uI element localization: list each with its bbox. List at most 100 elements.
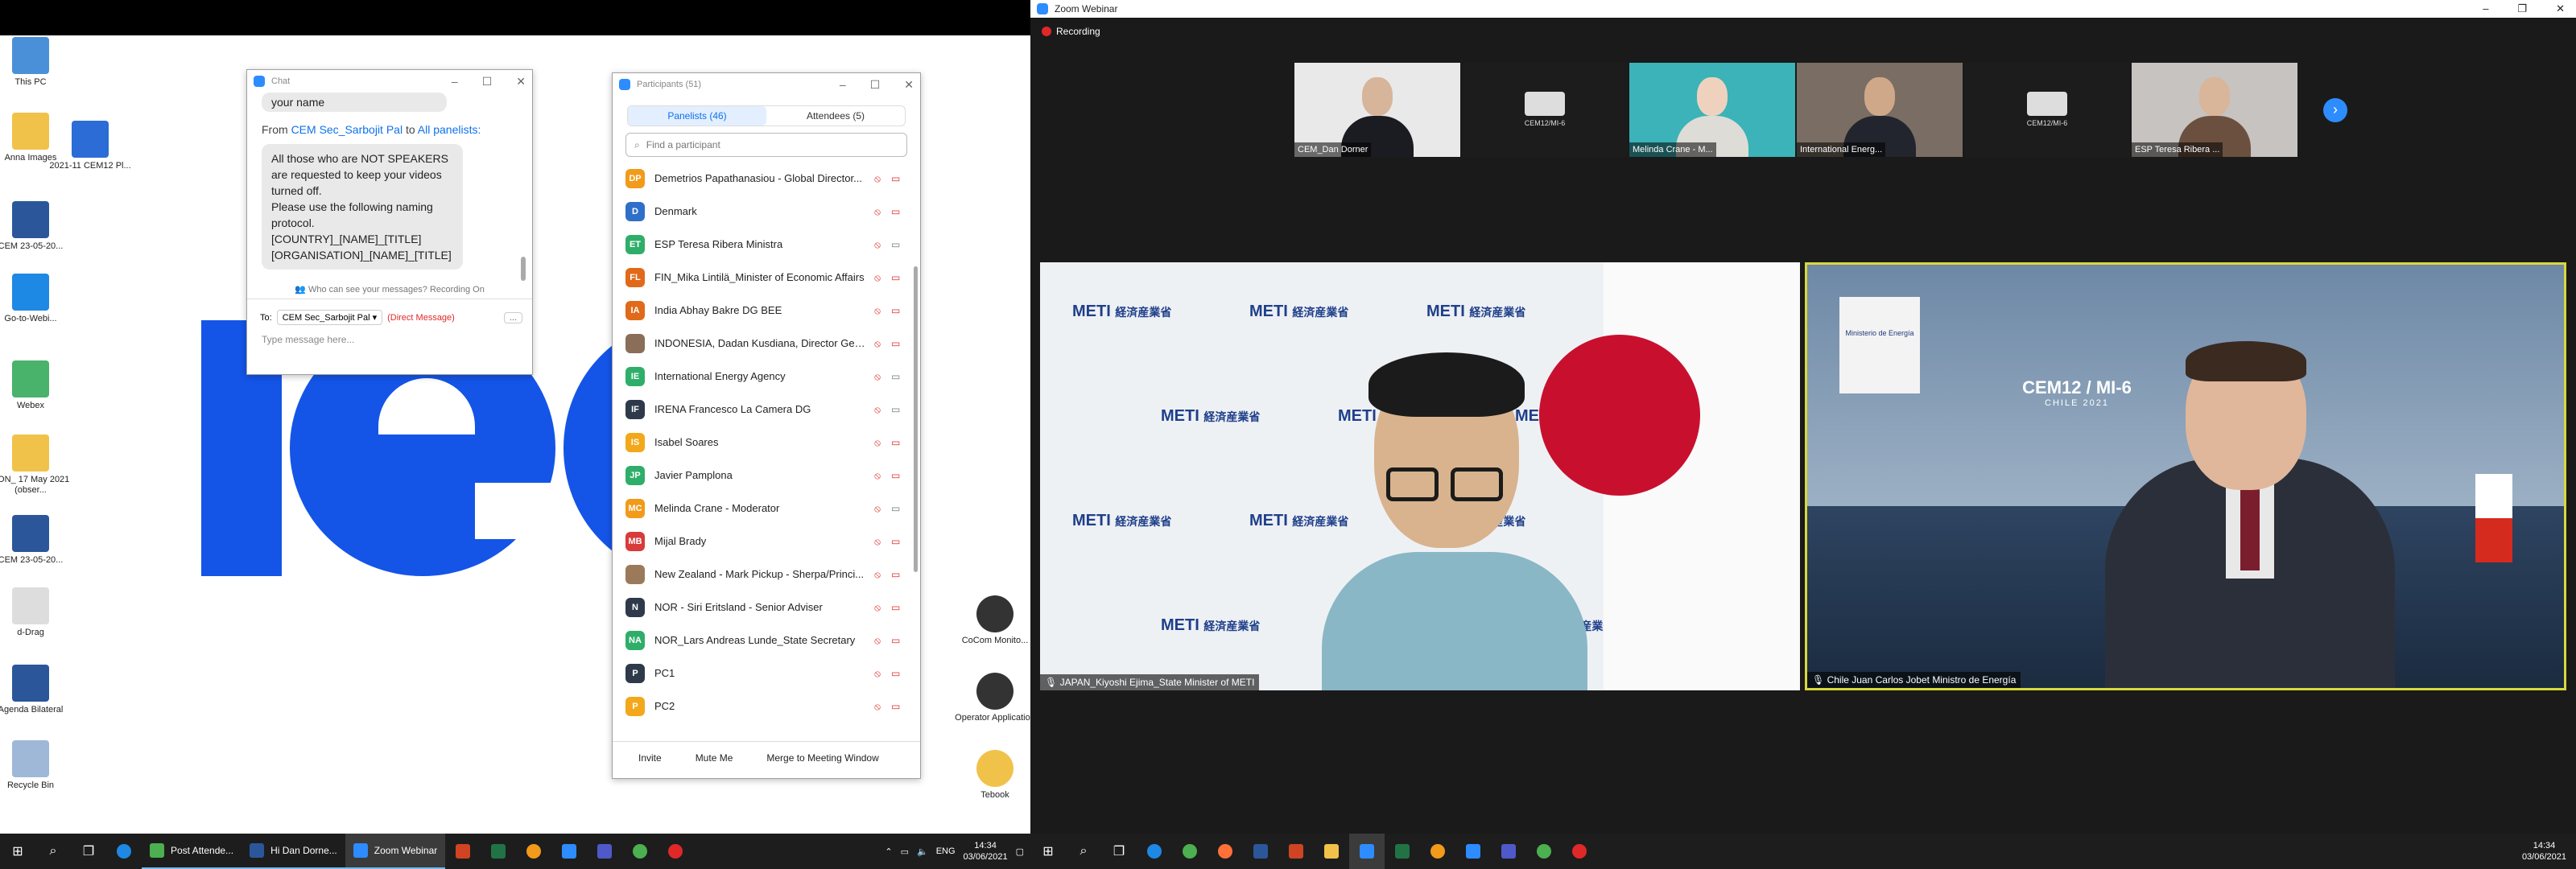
participant-row[interactable]: MB Mijal Brady ⦸ ▭ <box>613 525 920 558</box>
more-button[interactable]: ... <box>503 311 522 323</box>
teams-icon[interactable] <box>587 834 622 869</box>
video-off-icon[interactable]: ▭ <box>891 338 904 349</box>
powerpoint-icon[interactable] <box>445 834 481 869</box>
participant-row[interactable]: IF IRENA Francesco La Camera DG ⦸ ▭ <box>613 393 920 426</box>
video-thumbnail[interactable]: International Energ... <box>1797 63 1963 157</box>
participant-row[interactable]: P PC1 ⦸ ▭ <box>613 657 920 690</box>
video-off-icon[interactable]: ▭ <box>891 602 904 613</box>
firefox-icon[interactable] <box>1208 834 1243 869</box>
close-icon[interactable]: ✕ <box>2556 2 2565 15</box>
app-icon[interactable] <box>1455 834 1491 869</box>
taskbar-app-2[interactable]: Zoom Webinar <box>345 834 446 869</box>
video-off-icon[interactable]: ▭ <box>891 305 904 316</box>
search-icon[interactable]: ⌕ <box>35 834 71 869</box>
desktop-icon[interactable]: CoCom Monito... <box>947 595 1030 646</box>
participant-row[interactable]: New Zealand - Mark Pickup - Sherpa/Princ… <box>613 558 920 591</box>
participant-row[interactable]: FL FIN_Mika Lintilä_Minister of Economic … <box>613 261 920 294</box>
minimize-icon[interactable]: – <box>452 75 458 89</box>
video-thumbnail[interactable]: CEM_Dan Dorner <box>1294 63 1460 157</box>
mic-muted-icon[interactable]: ⦸ <box>872 602 883 613</box>
video-thumbnail[interactable]: Melinda Crane - M... <box>1629 63 1795 157</box>
video-thumbnail[interactable]: ESP Teresa Ribera ... <box>2132 63 2297 157</box>
list-scrollbar[interactable] <box>914 266 918 572</box>
minimize-icon[interactable]: – <box>2483 2 2488 15</box>
chrome-icon[interactable] <box>1526 834 1562 869</box>
participant-row[interactable]: JP Javier Pamplona ⦸ ▭ <box>613 459 920 492</box>
desktop-icon[interactable]: SON_ 17 May 2021 (obser... <box>0 434 79 496</box>
app-icon[interactable] <box>658 834 693 869</box>
chrome-icon[interactable] <box>1172 834 1208 869</box>
task-view-icon[interactable]: ❐ <box>71 834 106 869</box>
participant-row[interactable]: INDONESIA, Dadan Kusdiana, Director Gen.… <box>613 327 920 360</box>
video-off-icon[interactable]: ▭ <box>891 470 904 481</box>
participant-row[interactable]: P PC2 ⦸ ▭ <box>613 690 920 723</box>
maximize-icon[interactable]: ☐ <box>870 78 881 92</box>
windows-start-icon[interactable]: ⊞ <box>1030 834 1066 869</box>
tab-panelists[interactable]: Panelists (46) <box>628 106 766 126</box>
recording-indicator[interactable]: Recording <box>1042 26 1100 37</box>
video-thumbnail[interactable]: CEM12/MI-6 <box>1964 63 2130 157</box>
desktop-icon[interactable]: This PC <box>0 37 79 88</box>
mic-muted-icon[interactable]: ⦸ <box>872 470 883 481</box>
desktop-icon[interactable]: CEM 23-05-20... <box>0 201 79 252</box>
mic-muted-icon[interactable]: ⦸ <box>872 173 883 184</box>
desktop-icon[interactable]: Agenda Bilateral <box>0 665 79 715</box>
desktop-icon[interactable]: Operator Application <box>947 673 1030 723</box>
chevron-up-icon[interactable]: ⌃ <box>885 846 892 857</box>
desktop-icon[interactable]: Webex <box>0 360 79 411</box>
desktop-icon[interactable]: d-Drag <box>0 587 79 638</box>
close-icon[interactable]: ✕ <box>904 78 914 92</box>
chrome-icon[interactable] <box>622 834 658 869</box>
notification-icon[interactable]: ▢ <box>1016 846 1024 857</box>
video-off-icon[interactable]: ▭ <box>891 272 904 283</box>
word-icon[interactable] <box>1243 834 1278 869</box>
recipient-select[interactable]: CEM Sec_Sarbojit Pal ▾ <box>276 310 383 325</box>
taskbar-app-1[interactable]: Hi Dan Dorne... <box>242 834 345 869</box>
desktop-icon[interactable]: 2021-11 CEM12 Pl... <box>42 121 138 171</box>
edge-icon[interactable] <box>106 834 142 869</box>
volume-icon[interactable]: 🔈 <box>917 846 928 857</box>
video-off-icon[interactable]: ▭ <box>891 668 904 679</box>
participant-row[interactable]: N NOR - Siri Eritsland - Senior Adviser ⦸ ▭ <box>613 591 920 624</box>
video-on-icon[interactable]: ▭ <box>891 503 904 514</box>
chat-scrollbar[interactable] <box>521 257 526 281</box>
participant-row[interactable]: NA NOR_Lars Andreas Lunde_State Secretary… <box>613 624 920 657</box>
participant-row[interactable]: DP Demetrios Papathanasiou - Global Direc… <box>613 162 920 195</box>
video-off-icon[interactable]: ▭ <box>891 701 904 712</box>
participant-row[interactable]: D Denmark ⦸ ▭ <box>613 195 920 228</box>
video-on-icon[interactable]: ▭ <box>891 239 904 250</box>
mic-muted-icon[interactable]: ⦸ <box>872 305 883 316</box>
participant-row[interactable]: ET ESP Teresa Ribera Ministra ⦸ ▭ <box>613 228 920 261</box>
powerpoint-icon[interactable] <box>1278 834 1314 869</box>
mic-muted-icon[interactable]: ⦸ <box>872 371 883 382</box>
video-off-icon[interactable]: ▭ <box>891 437 904 448</box>
invite-button[interactable]: Invite <box>629 748 671 768</box>
zoom-taskbar-icon[interactable] <box>1349 834 1385 869</box>
chat-window[interactable]: Chat – ☐ ✕ your name From CEM Sec_Sarboj… <box>246 69 533 375</box>
sender-name[interactable]: CEM Sec_Sarbojit Pal <box>291 123 403 136</box>
video-off-icon[interactable]: ▭ <box>891 569 904 580</box>
participants-window[interactable]: Participants (51) – ☐ ✕ Panelists (46) A… <box>612 72 921 779</box>
mic-muted-icon[interactable]: ⦸ <box>872 437 883 448</box>
minimize-icon[interactable]: – <box>840 78 846 92</box>
merge-button[interactable]: Merge to Meeting Window <box>757 748 888 768</box>
mic-muted-icon[interactable]: ⦸ <box>872 668 883 679</box>
participant-row[interactable]: IE International Energy Agency ⦸ ▭ <box>613 360 920 393</box>
video-off-icon[interactable]: ▭ <box>891 536 904 547</box>
desktop-icon[interactable]: Tebook <box>947 750 1030 801</box>
video-off-icon[interactable]: ▭ <box>891 206 904 217</box>
app-icon[interactable] <box>551 834 587 869</box>
mic-muted-icon[interactable]: ⦸ <box>872 239 883 250</box>
app-icon[interactable] <box>1420 834 1455 869</box>
mic-muted-icon[interactable]: ⦸ <box>872 701 883 712</box>
close-icon[interactable]: ✕ <box>516 75 526 89</box>
next-page-button[interactable]: › <box>2323 98 2347 122</box>
language-indicator[interactable]: ENG <box>936 846 956 856</box>
desktop-icon[interactable]: Go-to-Webi... <box>0 274 79 324</box>
clock[interactable]: 14:34 03/06/2021 <box>2522 840 2576 863</box>
app-icon[interactable] <box>1562 834 1597 869</box>
windows-start-icon[interactable]: ⊞ <box>0 834 35 869</box>
participant-row[interactable]: IS Isabel Soares ⦸ ▭ <box>613 426 920 459</box>
message-input[interactable]: Type message here... <box>262 334 354 345</box>
video-off-icon[interactable]: ▭ <box>891 635 904 646</box>
